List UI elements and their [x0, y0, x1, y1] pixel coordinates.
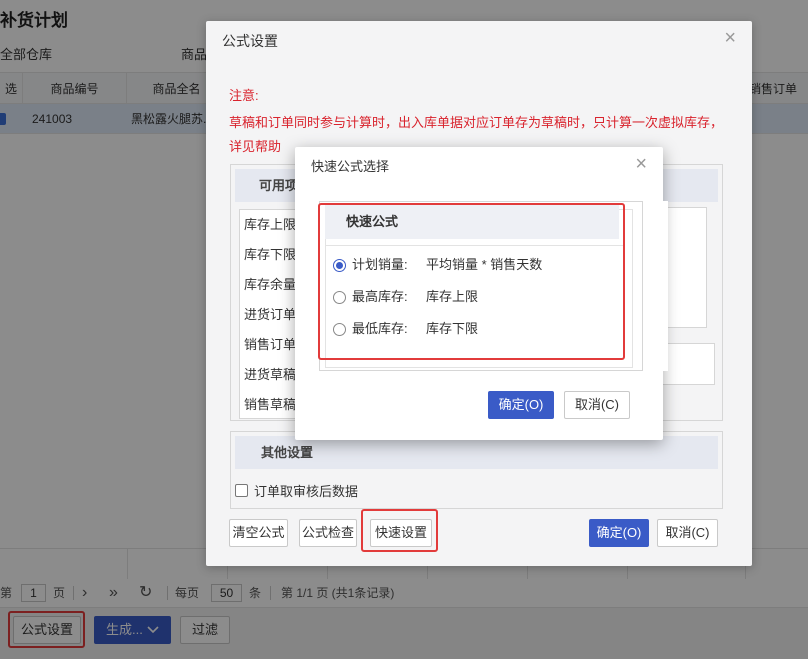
dialog-title: 公式设置 [222, 33, 278, 49]
other-settings-panel: 其他设置 订单取审核后数据 [230, 431, 723, 509]
other-settings-header: 其他设置 [235, 436, 718, 469]
approved-orders-label[interactable]: 订单取审核后数据 [254, 481, 358, 500]
highlight-box [361, 509, 438, 552]
check-formula-button[interactable]: 公式检查 [299, 519, 357, 547]
quick-formula-dialog: 快速公式选择 × 快速公式 计划销量: 平均销量 * 销售天数 最高库存: 库存… [295, 147, 668, 440]
dialog-title: 快速公式选择 [311, 159, 390, 174]
quick-ok-button[interactable]: 确定(O) [488, 391, 554, 419]
quick-cancel-button[interactable]: 取消(C) [564, 391, 630, 419]
approved-orders-checkbox[interactable] [235, 484, 248, 497]
close-icon[interactable]: × [724, 28, 736, 48]
cancel-button[interactable]: 取消(C) [657, 519, 718, 547]
notice-title: 注意: [229, 88, 259, 103]
ok-button[interactable]: 确定(O) [589, 519, 649, 547]
clear-formula-button[interactable]: 清空公式 [229, 519, 288, 547]
highlight-box [318, 203, 625, 360]
close-icon[interactable]: × [635, 154, 647, 174]
